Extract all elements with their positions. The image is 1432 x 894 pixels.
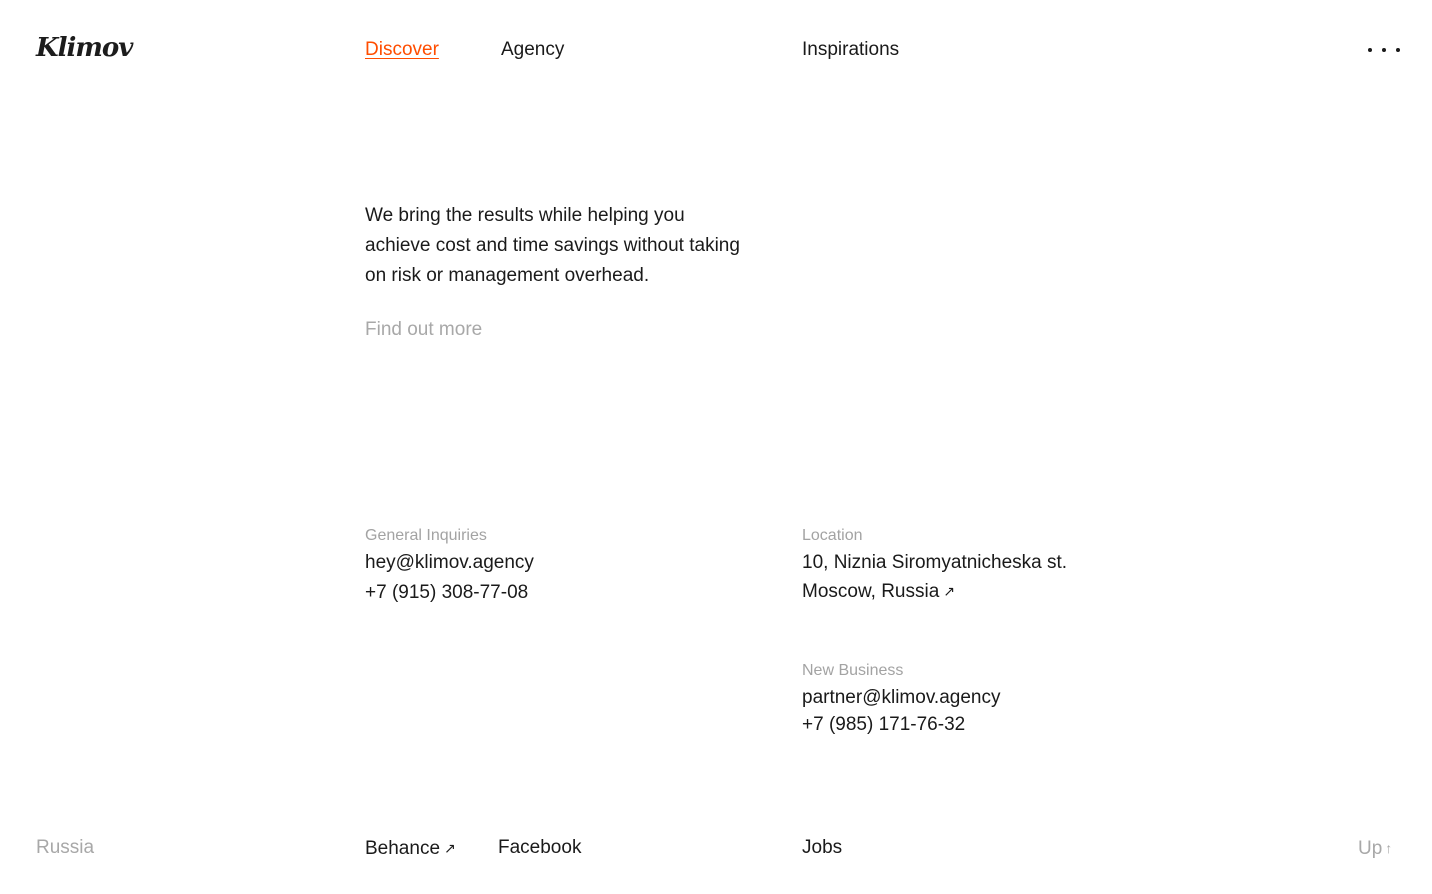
general-inquiries-label: General Inquiries [365, 527, 487, 544]
location-street: 10, Niznia Siromyatnicheska st. [802, 552, 1068, 573]
footer-facebook-link[interactable]: Facebook [498, 836, 581, 860]
nav-inspirations[interactable]: Inspirations [802, 38, 899, 62]
footer-behance-link[interactable]: Behance ↗ [365, 836, 456, 861]
external-arrow-icon: ↗ [943, 583, 956, 599]
new-business-phone-link[interactable]: +7 (985) 171-76-32 [802, 711, 965, 739]
intro-text: We bring the results while helping you a… [365, 205, 740, 286]
general-email-link[interactable]: hey@klimov.agency [365, 549, 534, 577]
nav-agency[interactable]: Agency [501, 38, 564, 62]
location-city: Moscow, Russia [802, 581, 940, 602]
find-out-more-link[interactable]: Find out more [365, 318, 482, 342]
location-label: Location [802, 527, 863, 544]
dot [1368, 48, 1372, 52]
dot [1382, 48, 1386, 52]
more-menu-icon[interactable] [1368, 40, 1400, 60]
new-business-label: New Business [802, 662, 904, 679]
dot [1396, 48, 1400, 52]
general-phone-link[interactable]: +7 (915) 308-77-08 [365, 579, 528, 607]
logo[interactable]: Klimov [36, 30, 133, 66]
behance-label: Behance [365, 838, 441, 859]
up-arrow-icon: ↑ [1385, 840, 1393, 856]
location-map-link[interactable]: Moscow, Russia ↗ [802, 577, 955, 606]
external-arrow-icon: ↗ [444, 840, 456, 856]
scroll-up-button[interactable]: Up ↑ [1358, 836, 1392, 861]
footer-jobs-link[interactable]: Jobs [802, 836, 842, 860]
nav-discover[interactable]: Discover [365, 38, 439, 62]
new-business-email-link[interactable]: partner@klimov.agency [802, 684, 1000, 712]
footer-country: Russia [36, 837, 95, 858]
up-label: Up [1358, 838, 1383, 859]
